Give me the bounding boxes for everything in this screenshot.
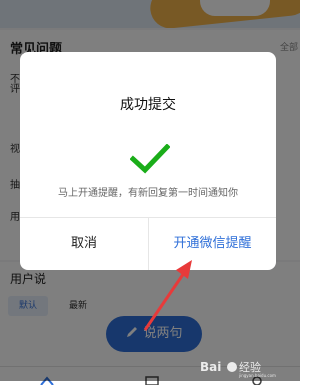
enable-wechat-reminder-button[interactable]: 开通微信提醒 [149,218,276,270]
svg-text:Bai: Bai [200,360,221,374]
svg-text:jingyan.baidu.com: jingyan.baidu.com [238,373,276,378]
svg-text:经验: 经验 [239,360,261,374]
cancel-button[interactable]: 取消 [20,218,148,270]
baidu-jingyan-watermark: Bai 经验 jingyan.baidu.com [200,360,276,378]
check-icon [130,144,170,174]
success-dialog: 成功提交 马上开通提醒，有新回复第一时间通知你 取消 开通微信提醒 [20,52,276,270]
dialog-message: 马上开通提醒，有新回复第一时间通知你 [58,188,238,199]
dialog-title: 成功提交 [120,97,176,113]
